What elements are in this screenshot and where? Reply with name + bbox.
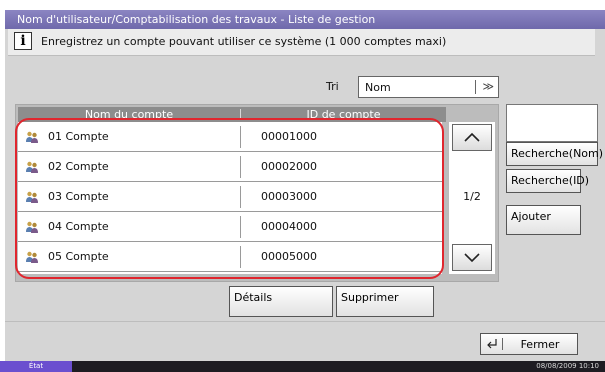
sort-value: Nom [365, 81, 391, 94]
add-account-label: Ajouter [511, 210, 551, 223]
account-group-icon [26, 221, 38, 233]
account-list: 01 Compte 00001000 02 Compte 00002000 03… [18, 122, 442, 274]
search-by-name-button[interactable]: Recherche(Nom) [506, 142, 603, 166]
sort-select[interactable]: Nom ≫ [358, 76, 499, 98]
table-row[interactable]: 05 Compte 00005000 [18, 242, 442, 272]
row-account-id: 00003000 [261, 190, 317, 203]
account-group-icon [26, 131, 38, 143]
details-label: Détails [234, 291, 273, 304]
column-header-account-name: Nom du compte [84, 108, 174, 121]
search-by-id-button[interactable]: Recherche(ID) [506, 169, 589, 193]
row-divider [240, 156, 241, 178]
column-header-account-id: ID de compte [306, 108, 381, 121]
status-datetime: 08/08/2009 10:10 [536, 362, 599, 370]
table-row[interactable]: 03 Compte 00003000 [18, 182, 442, 212]
scroll-up-button[interactable] [452, 124, 492, 151]
delete-label: Supprimer [341, 291, 399, 304]
account-group-icon [26, 161, 38, 173]
row-account-id: 00001000 [261, 130, 317, 143]
footer-divider [5, 321, 605, 322]
scroll-down-button[interactable] [452, 244, 492, 271]
status-label[interactable]: État [0, 361, 72, 372]
row-account-name: 01 Compte [48, 130, 109, 143]
chevron-up-icon [464, 132, 480, 142]
row-account-name: 02 Compte [48, 160, 109, 173]
row-divider [240, 216, 241, 238]
chevron-down-icon: ≫ [482, 80, 494, 93]
row-account-id: 00002000 [261, 160, 317, 173]
chevron-down-icon [464, 253, 480, 263]
account-group-icon [26, 191, 38, 203]
row-divider [240, 246, 241, 268]
add-account-button[interactable]: Ajouter [506, 205, 581, 235]
table-row[interactable]: 01 Compte 00001000 [18, 122, 442, 152]
row-account-name: 04 Compte [48, 220, 109, 233]
table-header: Nom du compte ID de compte [18, 107, 446, 122]
status-bar: État 08/08/2009 10:10 [0, 361, 605, 372]
row-account-name: 03 Compte [48, 190, 109, 203]
details-button[interactable]: Détails [229, 286, 333, 317]
dialog-title: Nom d'utilisateur/Comptabilisation des t… [5, 10, 605, 29]
return-arrow-icon [487, 339, 497, 349]
row-divider [240, 186, 241, 208]
screen: Nom d'utilisateur/Comptabilisation des t… [0, 0, 605, 372]
sort-label: Tri [326, 80, 339, 93]
close-button[interactable]: Fermer [480, 333, 578, 355]
sort-divider [475, 80, 476, 94]
row-account-id: 00004000 [261, 220, 317, 233]
row-account-name: 05 Compte [48, 250, 109, 263]
table-row[interactable]: 04 Compte 00004000 [18, 212, 442, 242]
search-by-name-label: Recherche(Nom) [511, 147, 604, 160]
row-divider [240, 126, 241, 148]
close-label: Fermer [520, 338, 560, 351]
side-blank-panel [506, 104, 598, 142]
table-row[interactable]: 02 Compte 00002000 [18, 152, 442, 182]
info-text: Enregistrez un compte pouvant utiliser c… [41, 35, 447, 48]
delete-button[interactable]: Supprimer [336, 286, 434, 317]
search-by-id-label: Recherche(ID) [511, 174, 590, 187]
account-group-icon [26, 251, 38, 263]
info-icon: i [14, 32, 32, 50]
info-message-bar: i Enregistrez un compte pouvant utiliser… [8, 29, 595, 56]
page-indicator: 1/2 [463, 190, 481, 203]
row-account-id: 00005000 [261, 250, 317, 263]
